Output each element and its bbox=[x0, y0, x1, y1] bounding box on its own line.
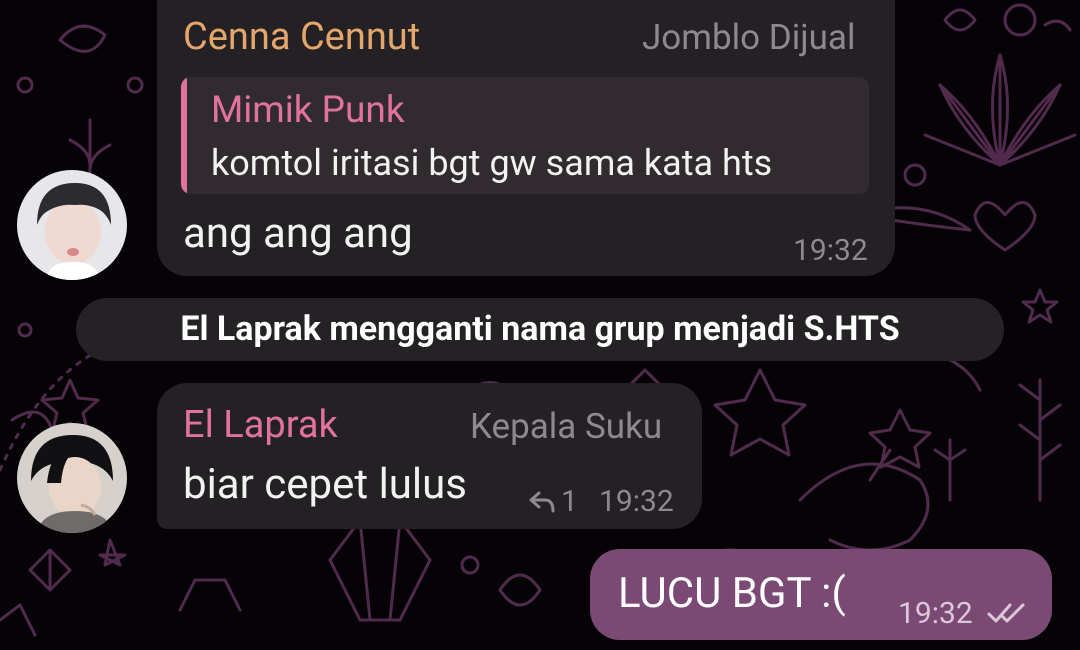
message-text: ang ang ang bbox=[183, 209, 413, 258]
chat-view[interactable]: Cenna Cennut Jomblo Dijual Mimik Punk ko… bbox=[0, 0, 1080, 650]
message-bubble-el-laprak[interactable]: El Laprak Kepala Suku biar cepet lulus 1… bbox=[157, 383, 702, 529]
message-time: 19:32 bbox=[599, 484, 674, 519]
avatar-cenna-cennut[interactable] bbox=[17, 170, 127, 280]
message-bubble-outgoing[interactable]: LUCU BGT :( 19:32 bbox=[590, 549, 1052, 640]
sender-name[interactable]: Cenna Cennut bbox=[183, 15, 420, 59]
message-text: biar cepet lulus bbox=[183, 460, 467, 509]
avatar-photo bbox=[17, 170, 127, 280]
reply-sender-name: Mimik Punk bbox=[211, 89, 405, 132]
reply-quote[interactable]: Mimik Punk komtol iritasi bgt gw sama ka… bbox=[181, 77, 869, 194]
message-bubble-cenna[interactable]: Cenna Cennut Jomblo Dijual Mimik Punk ko… bbox=[157, 0, 895, 276]
message-time: 19:32 bbox=[898, 596, 973, 631]
service-message: El Laprak mengganti nama grup menjadi S.… bbox=[76, 298, 1004, 361]
double-check-icon bbox=[987, 603, 1025, 623]
message-time: 19:32 bbox=[793, 233, 868, 268]
reply-bar bbox=[181, 77, 187, 194]
reply-count[interactable]: 1 bbox=[529, 484, 578, 519]
reply-count-value: 1 bbox=[561, 484, 578, 519]
member-role: Jomblo Dijual bbox=[642, 17, 856, 58]
avatar-photo bbox=[17, 423, 127, 533]
avatar-el-laprak[interactable] bbox=[17, 423, 127, 533]
member-role: Kepala Suku bbox=[470, 406, 663, 447]
message-text: LUCU BGT :( bbox=[618, 569, 846, 618]
reply-arrow-icon bbox=[529, 491, 555, 513]
reply-text: komtol iritasi bgt gw sama kata hts bbox=[211, 142, 773, 184]
sender-name[interactable]: El Laprak bbox=[183, 403, 338, 447]
